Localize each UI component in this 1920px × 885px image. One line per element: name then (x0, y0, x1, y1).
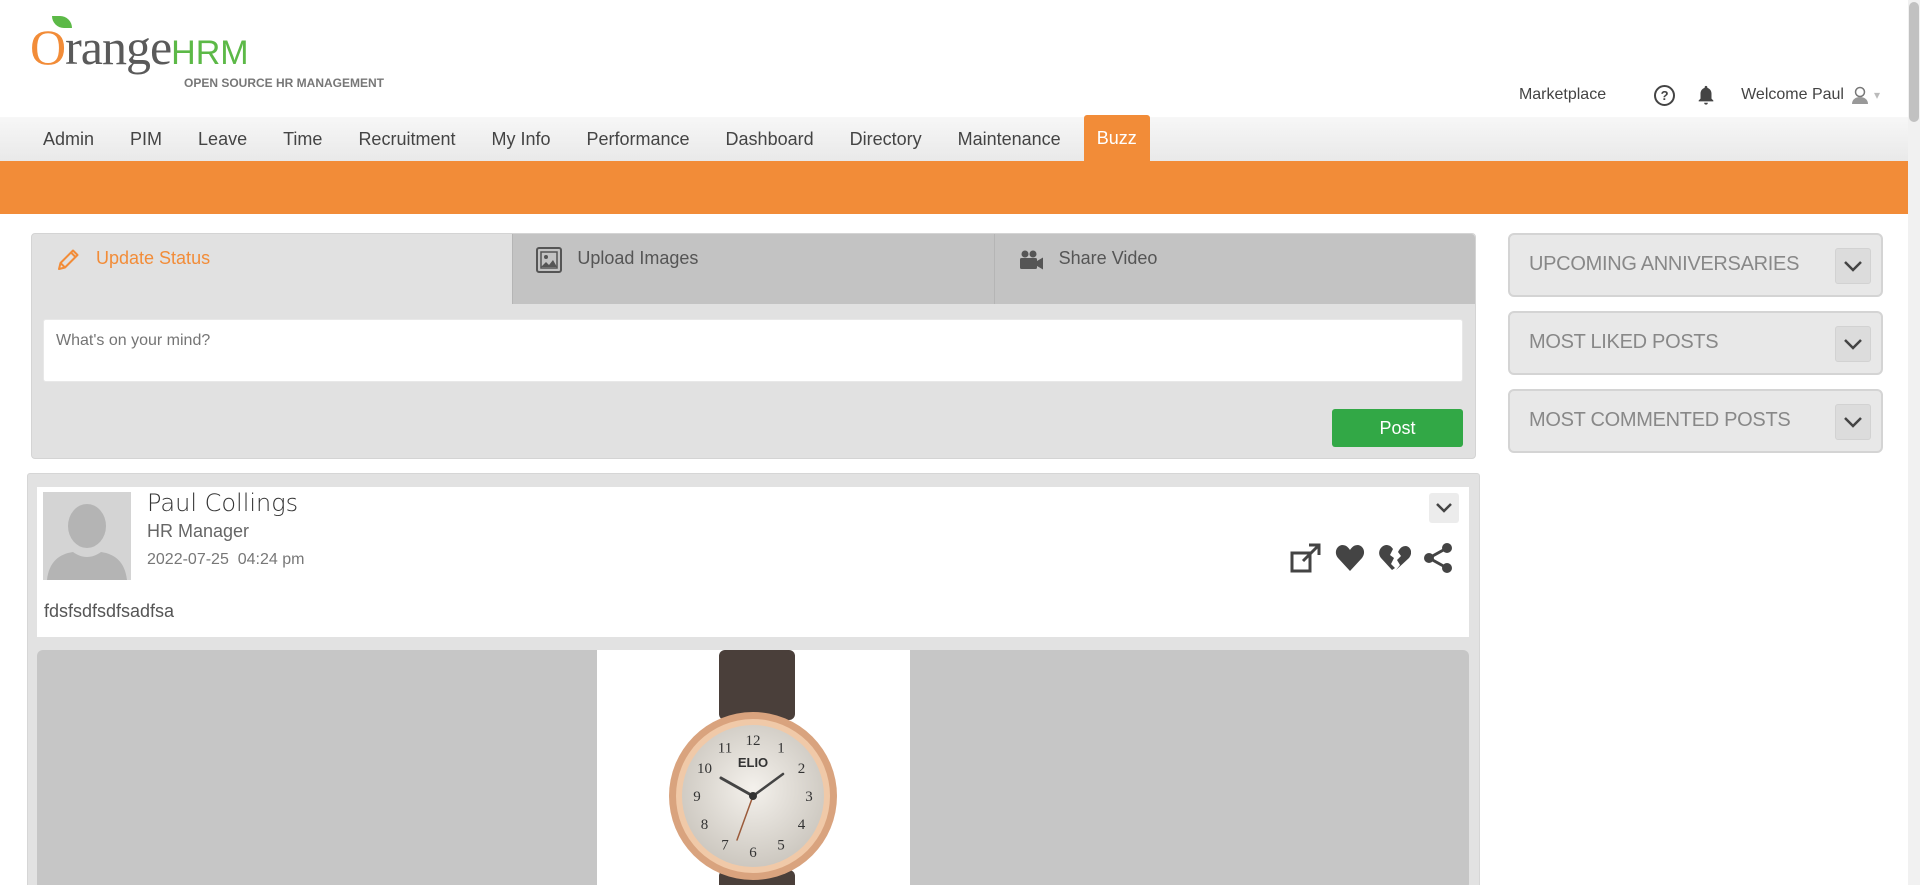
header-tools: Marketplace ? Welcome Paul ▾ (1519, 84, 1880, 106)
dial-number: 5 (777, 838, 785, 854)
widget-most-liked-posts[interactable]: MOST LIKED POSTS (1508, 311, 1883, 375)
image-icon (536, 247, 563, 273)
tab-upload-images[interactable]: Upload Images (513, 234, 995, 304)
dial-number: 4 (798, 817, 806, 833)
pencil-icon (58, 249, 79, 270)
menu-item-time[interactable]: Time (270, 117, 335, 161)
tab-update-status[interactable]: Update Status (32, 234, 514, 304)
page-scrollbar[interactable] (1908, 0, 1920, 885)
logo-tagline: OPEN SOURCE HR MANAGEMENT (184, 76, 385, 90)
widget-toggle-button[interactable] (1835, 248, 1871, 284)
watch-brand: ELIO (738, 755, 768, 770)
menu-item-leave[interactable]: Leave (185, 117, 260, 161)
share-icon[interactable] (1421, 541, 1455, 575)
status-input[interactable] (43, 319, 1463, 382)
dial-number: 10 (697, 761, 712, 777)
widget-upcoming-anniversaries[interactable]: UPCOMING ANNIVERSARIES (1508, 233, 1883, 297)
logo-word-hrm: HRM (171, 34, 249, 72)
heart-icon[interactable] (1333, 541, 1367, 575)
video-camera-icon (1019, 250, 1043, 270)
menu-item-recruitment[interactable]: Recruitment (345, 117, 468, 161)
logo-word-range: range (65, 19, 172, 75)
tab-share-video-label: Share Video (1058, 248, 1158, 268)
welcome-text: Welcome Paul (1741, 86, 1844, 103)
user-icon (1851, 86, 1868, 104)
widget-most-commented-posts[interactable]: MOST COMMENTED POSTS (1508, 389, 1883, 453)
post-media: ELIO 12 1 2 3 4 5 6 7 8 9 10 11 (37, 650, 1469, 885)
menu-item-my-info[interactable]: My Info (478, 117, 563, 161)
menu-item-directory[interactable]: Directory (837, 117, 935, 161)
widget-title: UPCOMING ANNIVERSARIES (1529, 253, 1800, 275)
post-card: Paul Collings HR Manager 2022-07-25 04:2… (37, 487, 1469, 637)
chevron-down-icon (1844, 339, 1862, 350)
menu-item-buzz[interactable]: Buzz (1083, 115, 1150, 161)
bell-icon[interactable] (1695, 84, 1717, 106)
avatar[interactable] (43, 492, 131, 580)
menu-item-admin[interactable]: Admin (30, 117, 107, 161)
share-out-icon[interactable] (1289, 541, 1323, 575)
menu-item-maintenance[interactable]: Maintenance (945, 117, 1074, 161)
composer-tabs: Update Status Upload Images Share Video (32, 234, 1475, 304)
widget-title: MOST LIKED POSTS (1529, 331, 1719, 353)
logo-wordmark: OrangeHRM (30, 18, 249, 76)
dial-number: 2 (798, 761, 806, 777)
dial-number: 9 (693, 789, 701, 805)
post-author-job: HR Manager (147, 521, 250, 541)
widget-toggle-button[interactable] (1835, 404, 1871, 440)
main-menu: Admin PIM Leave Time Recruitment My Info… (0, 115, 1908, 161)
dial-number: 6 (749, 845, 757, 861)
main-menu-list: Admin PIM Leave Time Recruitment My Info… (30, 115, 1160, 161)
scrollbar-thumb[interactable] (1909, 2, 1919, 122)
widget-toggle-button[interactable] (1835, 326, 1871, 362)
chevron-down-icon (1436, 503, 1452, 513)
post-body: fdsfsdfsdfsadfsa (44, 601, 175, 621)
chevron-down-icon: ▾ (1873, 88, 1880, 102)
dial-number: 8 (701, 817, 709, 833)
buzz-post: Paul Collings HR Manager 2022-07-25 04:2… (27, 473, 1480, 885)
menu-item-dashboard[interactable]: Dashboard (713, 117, 827, 161)
post-button[interactable]: Post (1332, 409, 1463, 447)
dial-number: 1 (777, 741, 785, 757)
chevron-down-icon (1844, 417, 1862, 428)
status-composer: Update Status Upload Images Share Video … (31, 233, 1476, 459)
widget-title: MOST COMMENTED POSTS (1529, 409, 1791, 431)
post-options-button[interactable] (1429, 493, 1459, 523)
dial-number: 3 (805, 789, 813, 805)
tab-upload-images-label: Upload Images (577, 248, 699, 268)
post-timestamp: 2022-07-25 04:24 pm (147, 551, 304, 569)
post-image[interactable]: ELIO 12 1 2 3 4 5 6 7 8 9 10 11 (597, 650, 910, 885)
logo-letter-o: O (30, 19, 66, 75)
welcome-menu[interactable]: Welcome Paul ▾ (1741, 85, 1880, 105)
menu-item-performance[interactable]: Performance (574, 117, 703, 161)
post-date: 2022-07-25 (147, 551, 229, 568)
dial-number: 12 (746, 733, 761, 749)
post-author[interactable]: Paul Collings (147, 489, 298, 517)
page-banner (0, 161, 1908, 214)
marketplace-link[interactable]: Marketplace (1519, 86, 1606, 104)
orangehrm-logo[interactable]: OrangeHRM OPEN SOURCE HR MANAGEMENT (30, 14, 390, 94)
broken-heart-icon[interactable] (1377, 541, 1411, 575)
dial-number: 11 (718, 741, 732, 757)
dial-number: 7 (721, 838, 729, 854)
tab-share-video[interactable]: Share Video (994, 234, 1475, 304)
default-avatar-icon (43, 492, 131, 580)
help-icon[interactable]: ? (1654, 84, 1676, 106)
watch-photo: ELIO 12 1 2 3 4 5 6 7 8 9 10 11 (597, 650, 910, 885)
menu-item-pim[interactable]: PIM (117, 117, 175, 161)
tab-update-status-label: Update Status (96, 248, 211, 268)
post-actions (1289, 541, 1455, 575)
chevron-down-icon (1844, 261, 1862, 272)
post-time: 04:24 pm (237, 551, 305, 568)
